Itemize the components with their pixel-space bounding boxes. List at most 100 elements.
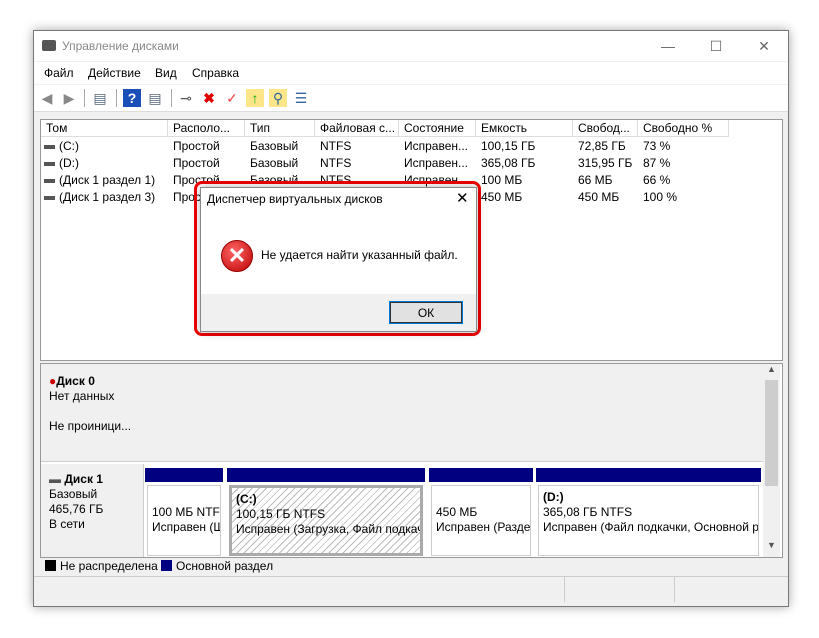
vertical-scrollbar[interactable]: ▲ ▼ [763,364,780,557]
volume-cell: 100,15 ГБ [481,139,536,153]
disk-graphical-view: ●Диск 0 Нет данных Не проиници... ▬ Диск… [40,363,783,558]
volume-cell: Исправен... [404,139,469,153]
partition-status: Исправен (Шифрованный EFI системный разд… [152,520,220,534]
disk-1-name: Диск 1 [64,472,103,486]
volume-cell: Базовый [250,139,299,153]
partition-size: 450 МБ [436,505,478,519]
search-folder-icon[interactable]: ⚲ [269,89,287,107]
volume-cell: (Диск 1 раздел 3) [59,190,156,204]
partition-size: 365,08 ГБ NTFS [543,505,633,519]
partition[interactable]: 100 МБ NTFSИсправен (Шифрованный EFI сис… [145,468,223,556]
dialog-footer: ОК [201,294,476,331]
disk-0-state: Не проиници... [49,419,132,433]
menu-view[interactable]: Вид [155,66,177,80]
volume-cell: (D:) [59,156,79,170]
partition-status: Исправен (Файл подкачки, Основной раздел… [543,520,759,534]
close-button[interactable]: ✕ [744,35,784,57]
disk-icon: ▬ [49,472,61,486]
partition-body: (D:) 365,08 ГБ NTFS Исправен (Файл подкачк… [538,485,759,556]
column-header[interactable]: Емкость [476,120,573,137]
menu-action[interactable]: Действие [88,66,141,80]
show-hide-console-tree-icon[interactable]: ▤ [91,89,109,107]
volume-cell: (C:) [59,139,79,153]
scroll-down-arrow[interactable]: ▼ [763,540,780,555]
partition-size: 100,15 ГБ NTFS [236,507,326,521]
maximize-button[interactable]: ☐ [696,35,736,57]
disk-1-state: В сети [49,517,85,531]
volume-cell: NTFS [320,139,352,153]
partition-bar [227,468,425,482]
volume-row[interactable]: (C:) Простой Базовый NTFS Исправен... 100,15 … [41,138,782,155]
back-icon[interactable]: ◀ [38,89,56,107]
column-header[interactable]: Файловая с... [315,120,399,137]
help-icon[interactable]: ? [123,89,141,107]
delete-icon[interactable]: ✖ [200,89,218,107]
dialog-close-button[interactable]: ✕ [456,189,469,207]
minimize-button[interactable]: — [648,35,688,57]
column-header[interactable]: Свободно % [638,120,729,137]
error-icon: ✕ [221,240,253,272]
volume-cell: Простой [173,139,220,153]
partition-status: Исправен (Загрузка, Файл подкачки) [236,522,423,536]
partition-bar [145,468,223,482]
separator [116,89,117,107]
ok-button[interactable]: ОК [389,301,463,324]
disk-1-label[interactable]: ▬ Диск 1 Базовый 465,76 ГБ В сети [41,464,144,557]
volume-cell: 66 МБ [578,173,613,187]
properties-icon[interactable]: ✓ [223,89,241,107]
scroll-thumb[interactable] [765,380,778,486]
partition[interactable]: (D:) 365,08 ГБ NTFS Исправен (Файл подкачк… [536,468,761,556]
partition[interactable]: (C:) 100,15 ГБ NTFS Исправен (Загрузка, Фа… [227,468,425,556]
volume-cell: NTFS [320,156,352,170]
legend-primary: Основной раздел [176,559,274,573]
legend: Не распределена Основной раздел [40,557,781,575]
column-header[interactable]: Тип [245,120,315,137]
volume-cell: Исправен... [404,156,469,170]
list-view-icon[interactable]: ☰ [292,89,310,107]
up-folder-icon[interactable]: ↑ [246,89,264,107]
separator [171,89,172,107]
forward-icon[interactable]: ▶ [60,89,78,107]
volume-cell: 450 МБ [578,190,620,204]
volume-cell: 87 % [643,156,671,170]
disk-1-type: Базовый [49,487,98,501]
column-header[interactable]: Располо... [168,120,245,137]
partition-status: Исправен (Раздел восстановления) [436,520,531,534]
column-header[interactable]: Свобод... [573,120,638,137]
disk-0-label[interactable]: ●Диск 0 Нет данных Не проиници... [41,364,144,462]
toolbar: ◀ ▶ ▤ ? ▤ ⊸ ✖ ✓ ↑ ⚲ ☰ [34,85,788,112]
volume-cell: 66 % [643,173,671,187]
dialog-title: Диспетчер виртуальных дисков [207,192,383,206]
menu-file[interactable]: Файл [44,66,74,80]
partition-body: 100 МБ NTFSИсправен (Шифрованный EFI сис… [147,485,221,556]
scroll-up-arrow[interactable]: ▲ [763,364,780,379]
volume-cell: 450 МБ [481,190,523,204]
partition-bar [429,468,533,482]
connect-disk-icon[interactable]: ⊸ [177,89,195,107]
primary-partition-swatch [161,560,172,571]
volume-cell: 365,08 ГБ [481,156,536,170]
menu-help[interactable]: Справка [192,66,239,80]
error-dialog: Диспетчер виртуальных дисков ✕ ✕ Не удае… [200,187,477,332]
partition-label: (D:) [543,490,564,504]
column-header[interactable]: Состояние [399,120,476,137]
show-action-pane-icon[interactable]: ▤ [146,89,164,107]
dialog-message: Не удается найти указанный файл. [261,248,458,262]
legend-unallocated: Не распределена [60,559,158,573]
column-header[interactable]: Том [41,120,168,137]
disk-1-size: 465,76 ГБ [49,502,104,516]
volume-cell: 72,85 ГБ [578,139,626,153]
status-bar [34,576,788,602]
window-title: Управление дисками [62,39,179,53]
partition-bar [536,468,761,482]
partition[interactable]: 450 МБИсправен (Раздел восстановления) [429,468,533,556]
partition-label: (C:) [236,492,257,506]
volume-cell: 315,95 ГБ [578,156,633,170]
partition-body: (C:) 100,15 ГБ NTFS Исправен (Загрузка, Фа… [229,485,423,556]
partition-size: 100 МБ NTFS [152,505,221,519]
unallocated-swatch [45,560,56,571]
volume-cell: 100 % [643,190,678,204]
volume-cell: (Диск 1 раздел 1) [59,173,156,187]
volume-row[interactable]: (D:) Простой Базовый NTFS Исправен... 365,08 … [41,155,782,172]
partition-body: 450 МБИсправен (Раздел восстановления) [431,485,531,556]
